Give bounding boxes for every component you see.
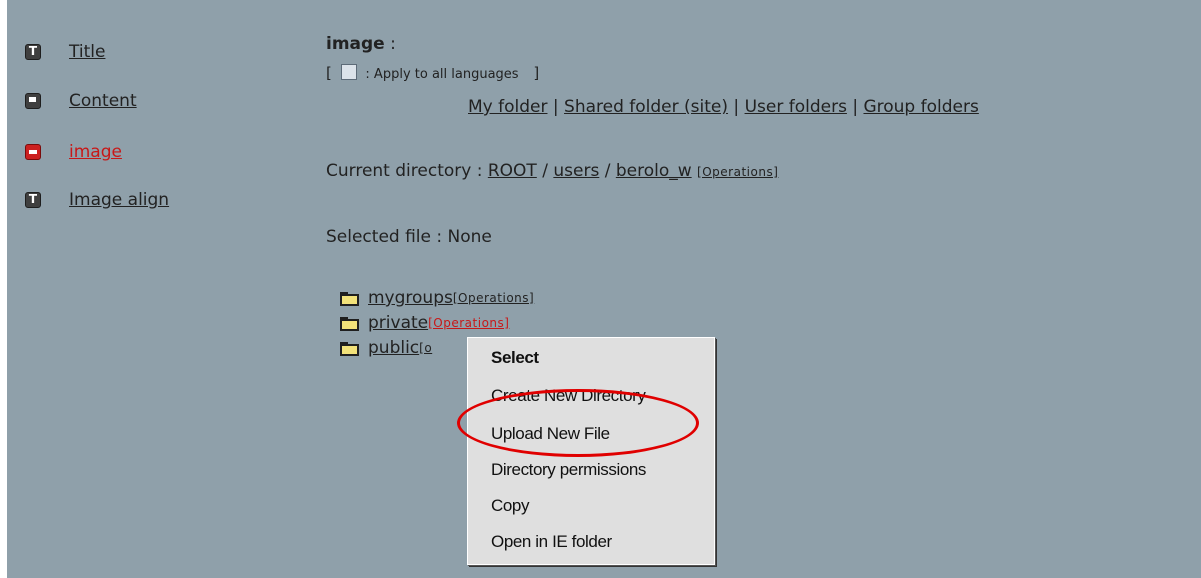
breadcrumb-slash: / — [604, 161, 611, 181]
folder-operations-link[interactable]: [Operations] — [453, 291, 534, 305]
apply-all-label: : Apply to all languages — [365, 67, 519, 82]
sidebar-item-title[interactable]: Title — [25, 40, 105, 64]
menu-item-select[interactable]: Select — [491, 348, 539, 368]
bracket-open: [ — [326, 64, 332, 82]
nav-separator: | — [852, 97, 859, 117]
my-folder-link[interactable]: My folder — [468, 97, 547, 117]
breadcrumb-users[interactable]: users — [553, 161, 599, 181]
folder-name[interactable]: mygroups — [368, 288, 453, 308]
sidebar-item-label[interactable]: Title — [69, 42, 105, 62]
menu-item-open-ie-folder[interactable]: Open in IE folder — [491, 532, 612, 552]
current-directory: Current directory : ROOT / users / berol… — [326, 161, 778, 181]
user-folders-link[interactable]: User folders — [745, 97, 847, 117]
list-item[interactable]: mygroups [Operations] — [340, 288, 534, 308]
field-colon: : — [390, 34, 396, 54]
sidebar-item-content[interactable]: Content — [25, 89, 137, 113]
text-type-icon — [25, 192, 41, 208]
breadcrumb-slash: / — [542, 161, 548, 181]
highlight-circle — [457, 389, 699, 457]
sidebar-item-image-align[interactable]: Image align — [25, 188, 169, 212]
nav-separator: | — [733, 97, 740, 117]
bracket-close: ] — [533, 64, 540, 82]
folder-name[interactable]: private — [368, 313, 428, 333]
sidebar-item-label[interactable]: image — [69, 142, 122, 162]
menu-item-directory-permissions[interactable]: Directory permissions — [491, 460, 646, 480]
folder-icon — [340, 316, 359, 331]
selected-file: Selected file : None — [326, 227, 492, 247]
folder-operations-link[interactable]: [Operations] — [428, 316, 509, 330]
field-name: image — [326, 34, 385, 54]
apply-all-checkbox[interactable] — [340, 64, 357, 80]
sidebar-item-image[interactable]: image — [25, 140, 122, 164]
breadcrumb-user[interactable]: berolo_w — [616, 161, 692, 181]
sidebar-item-label[interactable]: Image align — [69, 190, 169, 210]
field-title: image : — [326, 34, 396, 54]
current-directory-label: Current directory : — [326, 161, 483, 181]
list-item[interactable]: private [Operations] — [340, 313, 509, 333]
current-dir-operations-link[interactable]: [Operations] — [697, 165, 778, 179]
list-item[interactable]: public [o — [340, 338, 432, 358]
content-type-icon — [25, 93, 41, 109]
folder-icon — [340, 341, 359, 356]
text-type-icon — [25, 44, 41, 60]
image-type-icon — [25, 144, 41, 160]
folder-name[interactable]: public — [368, 338, 419, 358]
folder-nav: My folder | Shared folder (site) | User … — [468, 97, 979, 117]
editor-frame: Title Content image Image align image : … — [7, 0, 1201, 578]
breadcrumb-root[interactable]: ROOT — [488, 161, 537, 181]
nav-separator: | — [552, 97, 559, 117]
folder-operations-link[interactable]: [o — [419, 341, 432, 355]
sidebar-item-label[interactable]: Content — [69, 91, 137, 111]
shared-folder-link[interactable]: Shared folder (site) — [564, 97, 728, 117]
group-folders-link[interactable]: Group folders — [863, 97, 978, 117]
folder-icon — [340, 291, 359, 306]
menu-item-copy[interactable]: Copy — [491, 496, 529, 516]
apply-all-row: [ : Apply to all languages ] — [326, 64, 539, 82]
